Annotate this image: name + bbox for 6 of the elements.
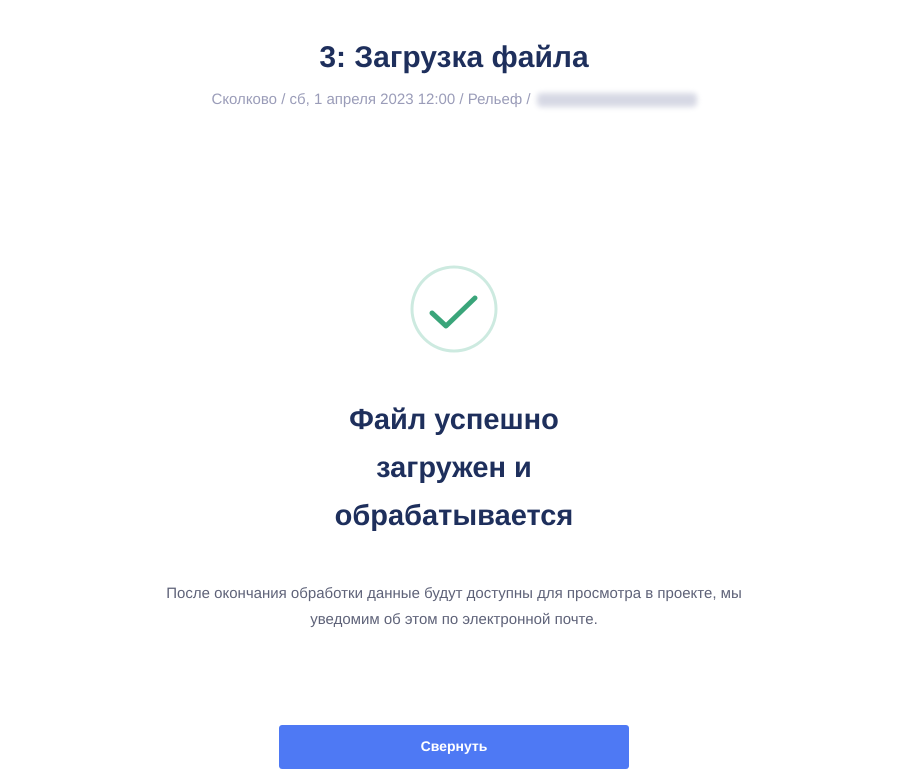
status-message: После окончания обработки данные будут доступны для просмотра в проекте, мы уведомим об этом по электронной почте.: [165, 584, 743, 630]
status-heading: Файл успешно загружен и обрабатывается: [334, 402, 574, 534]
collapse-button[interactable]: Свернуть: [279, 724, 629, 769]
checkmark-icon: [409, 264, 499, 354]
breadcrumb: Сколково / сб, 1 апреля 2023 12:00 / Рельеф /: [211, 90, 531, 110]
page-title: 3: Загрузка файла: [319, 40, 589, 76]
